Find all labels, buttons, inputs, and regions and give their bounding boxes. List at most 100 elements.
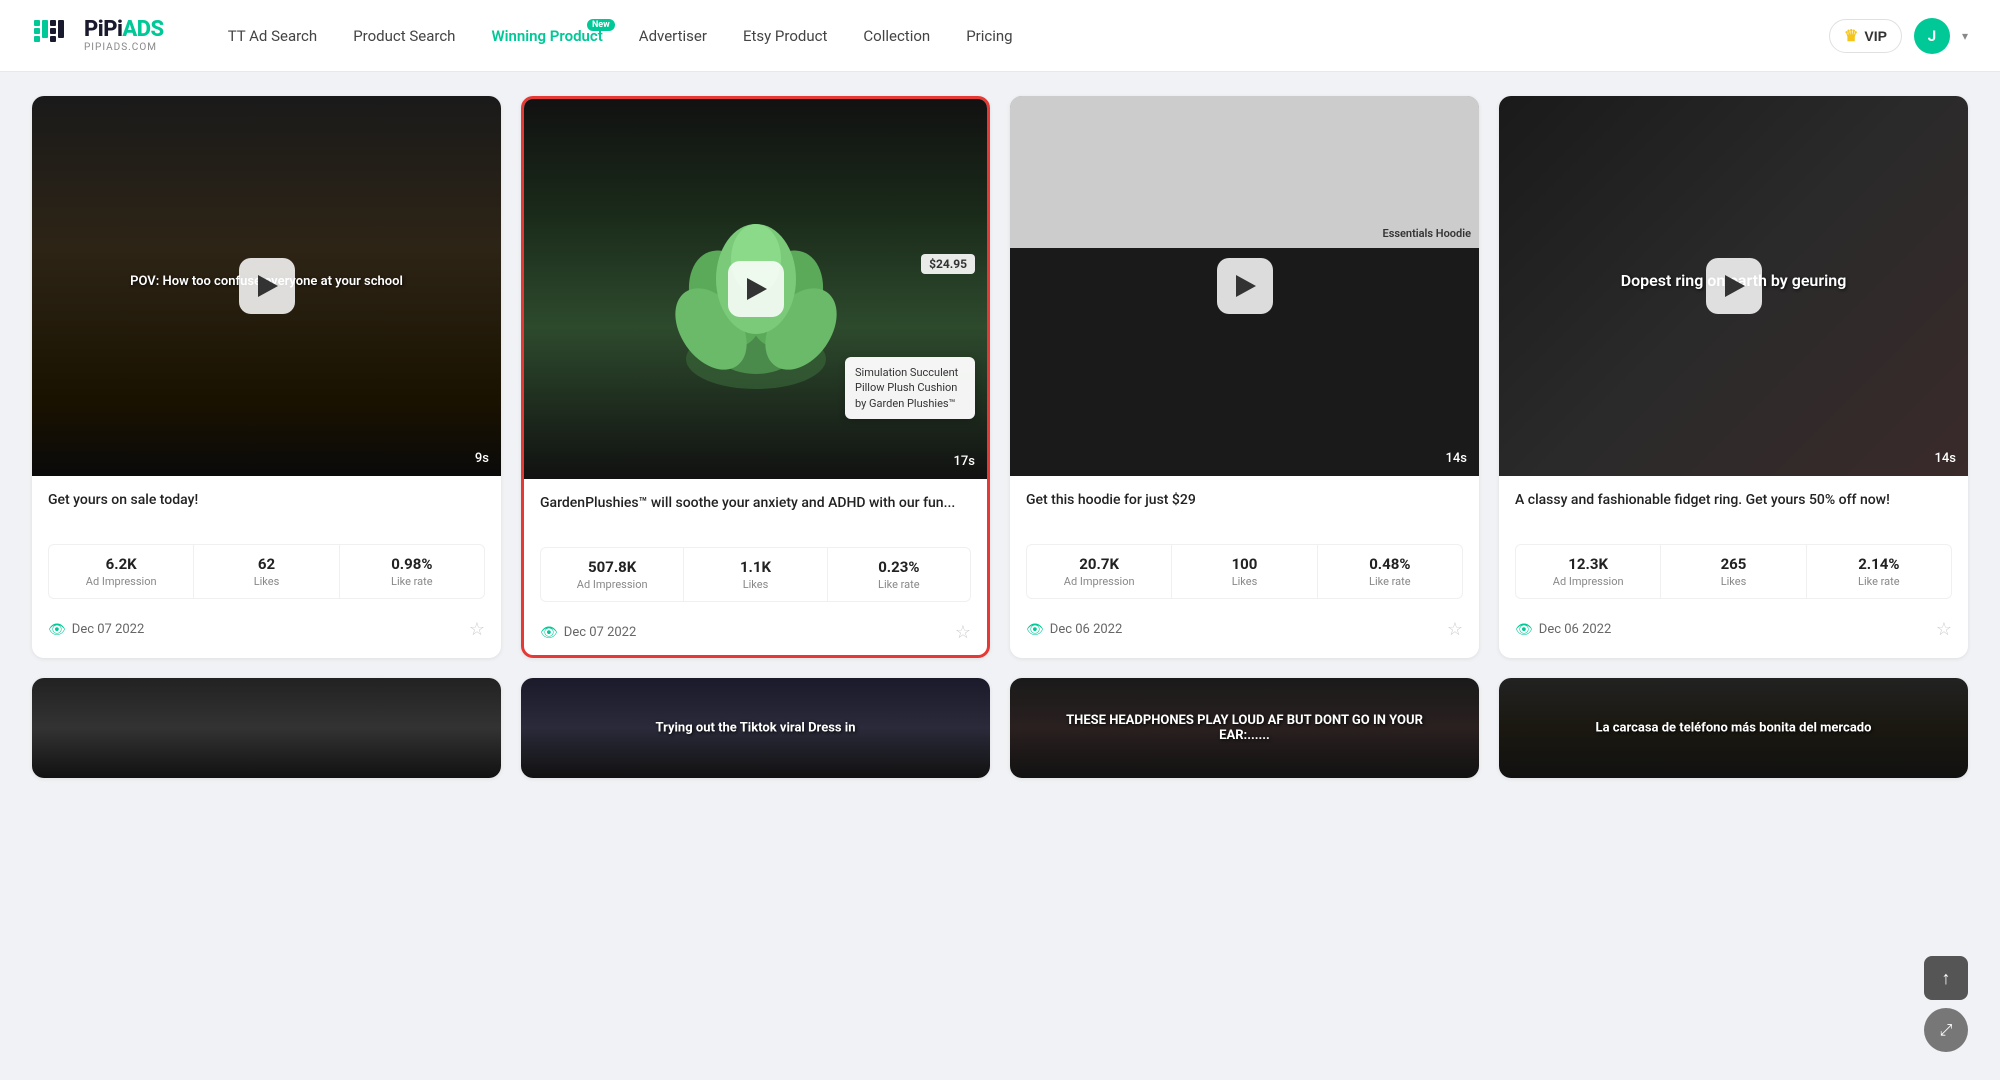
stat-likes-2: 1.1K Likes <box>684 548 827 601</box>
date-area-4: 👁 Dec 06 2022 <box>1515 622 1611 638</box>
duration-badge-2: 17s <box>954 454 975 469</box>
bottom-card-row: Trying out the Tiktok viral Dress in THE… <box>32 678 1968 778</box>
impression-label-1: Ad Impression <box>53 575 189 588</box>
likes-label-4: Likes <box>1665 575 1801 588</box>
likes-value-4: 265 <box>1665 555 1801 573</box>
likes-label-1: Likes <box>198 575 334 588</box>
nav-advertiser[interactable]: Advertiser <box>623 19 723 53</box>
card-body-1: Get yours on sale today! 6.2K Ad Impress… <box>32 476 501 652</box>
card-thumbnail-4[interactable]: Dopest ring on earth by geuring 14s <box>1499 96 1968 476</box>
nav-collection[interactable]: Collection <box>847 19 946 53</box>
favorite-icon-3[interactable]: ☆ <box>1447 619 1463 640</box>
stat-impression-2: 507.8K Ad Impression <box>541 548 684 601</box>
bottom-thumb-2: Trying out the Tiktok viral Dress in <box>521 678 990 778</box>
card-thumbnail-1[interactable]: POV: How too confuse everyone at your sc… <box>32 96 501 476</box>
bottom-card-1[interactable] <box>32 678 501 778</box>
logo[interactable]: PiPiADS PIPIADS.COM <box>32 14 164 58</box>
stats-row-3: 20.7K Ad Impression 100 Likes 0.48% Like… <box>1026 544 1463 599</box>
card-thumbnail-2[interactable]: $24.95 Simulation Succulent Pillow Plush… <box>524 99 987 479</box>
likerate-value-3: 0.48% <box>1322 555 1458 573</box>
impression-label-3: Ad Impression <box>1031 575 1167 588</box>
ad-card-1: POV: How too confuse everyone at your sc… <box>32 96 501 658</box>
bottom-text-4: La carcasa de teléfono más bonita del me… <box>1546 721 1921 736</box>
bottom-thumb-1 <box>32 678 501 778</box>
scroll-top-button[interactable]: ↑ <box>1924 956 1968 1000</box>
card-thumbnail-3[interactable]: Essentials Hoodie 14s <box>1010 96 1479 476</box>
play-button-3[interactable] <box>1217 258 1273 314</box>
date-area-1: 👁 Dec 07 2022 <box>48 622 144 638</box>
date-text-3: Dec 06 2022 <box>1050 622 1123 637</box>
stat-likerate-4: 2.14% Like rate <box>1807 545 1951 598</box>
chevron-down-icon[interactable]: ▾ <box>1962 29 1968 43</box>
impression-label-2: Ad Impression <box>545 578 679 591</box>
card-title-4: A classy and fashionable fidget ring. Ge… <box>1515 490 1952 532</box>
favorite-icon-4[interactable]: ☆ <box>1936 619 1952 640</box>
bottom-text-2: Trying out the Tiktok viral Dress in <box>568 721 943 736</box>
likes-label-2: Likes <box>688 578 822 591</box>
impression-value-1: 6.2K <box>53 555 189 573</box>
date-text-4: Dec 06 2022 <box>1539 622 1612 637</box>
bottom-card-2[interactable]: Trying out the Tiktok viral Dress in <box>521 678 990 778</box>
card-footer-3: 👁 Dec 06 2022 ☆ <box>1026 611 1463 640</box>
header: PiPiADS PIPIADS.COM TT Ad Search Product… <box>0 0 2000 72</box>
duration-badge-3: 14s <box>1446 451 1467 466</box>
likerate-label-3: Like rate <box>1322 575 1458 588</box>
likerate-label-4: Like rate <box>1811 575 1947 588</box>
main-nav: TT Ad Search Product Search Winning Prod… <box>212 19 1829 53</box>
date-area-3: 👁 Dec 06 2022 <box>1026 622 1122 638</box>
play-button-2[interactable] <box>728 261 784 317</box>
stats-row-1: 6.2K Ad Impression 62 Likes 0.98% Like r… <box>48 544 485 599</box>
logo-icon <box>32 14 76 58</box>
favorite-icon-1[interactable]: ☆ <box>469 619 485 640</box>
vip-button[interactable]: ♛ VIP <box>1829 19 1902 53</box>
ad-card-3: Essentials Hoodie 14s Get this hoodie fo… <box>1010 96 1479 658</box>
likerate-value-1: 0.98% <box>344 555 480 573</box>
nav-product-search[interactable]: Product Search <box>337 19 471 53</box>
date-text-2: Dec 07 2022 <box>564 625 637 640</box>
logo-text: PiPiADS PIPIADS.COM <box>84 19 164 53</box>
likes-label-3: Likes <box>1176 575 1312 588</box>
bottom-text-3: THESE HEADPHONES PLAY LOUD AF BUT DONT G… <box>1057 713 1432 743</box>
likerate-value-4: 2.14% <box>1811 555 1947 573</box>
card-title-1: Get yours on sale today! <box>48 490 485 532</box>
likerate-label-2: Like rate <box>832 578 966 591</box>
stats-row-4: 12.3K Ad Impression 265 Likes 2.14% Like… <box>1515 544 1952 599</box>
expand-button[interactable]: ⤢ <box>1924 1008 1968 1052</box>
logo-url: PIPIADS.COM <box>84 43 164 53</box>
impression-label-4: Ad Impression <box>1520 575 1656 588</box>
impression-value-3: 20.7K <box>1031 555 1167 573</box>
new-badge: New <box>587 19 615 31</box>
eye-icon-3: 👁 <box>1026 622 1044 638</box>
stat-likes-1: 62 Likes <box>194 545 339 598</box>
eye-icon-2: 👁 <box>540 625 558 641</box>
card-body-2: GardenPlushies™ will soothe your anxiety… <box>524 479 987 655</box>
bottom-thumb-4: La carcasa de teléfono más bonita del me… <box>1499 678 1968 778</box>
eye-icon-1: 👁 <box>48 622 66 638</box>
stat-impression-4: 12.3K Ad Impression <box>1516 545 1661 598</box>
duration-badge-1: 9s <box>475 451 489 466</box>
play-icon-1 <box>258 275 278 297</box>
stat-likes-4: 265 Likes <box>1661 545 1806 598</box>
nav-tt-ad-search[interactable]: TT Ad Search <box>212 19 334 53</box>
date-text-1: Dec 07 2022 <box>72 622 145 637</box>
avatar[interactable]: J <box>1914 18 1950 54</box>
nav-etsy-product[interactable]: Etsy Product <box>727 19 843 53</box>
card-footer-1: 👁 Dec 07 2022 ☆ <box>48 611 485 640</box>
duration-badge-4: 14s <box>1935 451 1956 466</box>
play-icon-2 <box>747 278 767 300</box>
bottom-card-3[interactable]: THESE HEADPHONES PLAY LOUD AF BUT DONT G… <box>1010 678 1479 778</box>
card-footer-2: 👁 Dec 07 2022 ☆ <box>540 614 971 643</box>
bottom-thumb-3: THESE HEADPHONES PLAY LOUD AF BUT DONT G… <box>1010 678 1479 778</box>
price-tag-2: $24.95 <box>921 254 975 274</box>
favorite-icon-2[interactable]: ☆ <box>955 622 971 643</box>
bottom-card-4[interactable]: La carcasa de teléfono más bonita del me… <box>1499 678 1968 778</box>
eye-icon-4: 👁 <box>1515 622 1533 638</box>
card-title-2: GardenPlushies™ will soothe your anxiety… <box>540 493 971 535</box>
nav-pricing[interactable]: Pricing <box>950 19 1028 53</box>
card-footer-4: 👁 Dec 06 2022 ☆ <box>1515 611 1952 640</box>
nav-winning-product[interactable]: Winning Product New <box>475 19 618 53</box>
ad-card-2: $24.95 Simulation Succulent Pillow Plush… <box>521 96 990 658</box>
play-button-4[interactable] <box>1706 258 1762 314</box>
play-button-1[interactable] <box>239 258 295 314</box>
likes-value-1: 62 <box>198 555 334 573</box>
